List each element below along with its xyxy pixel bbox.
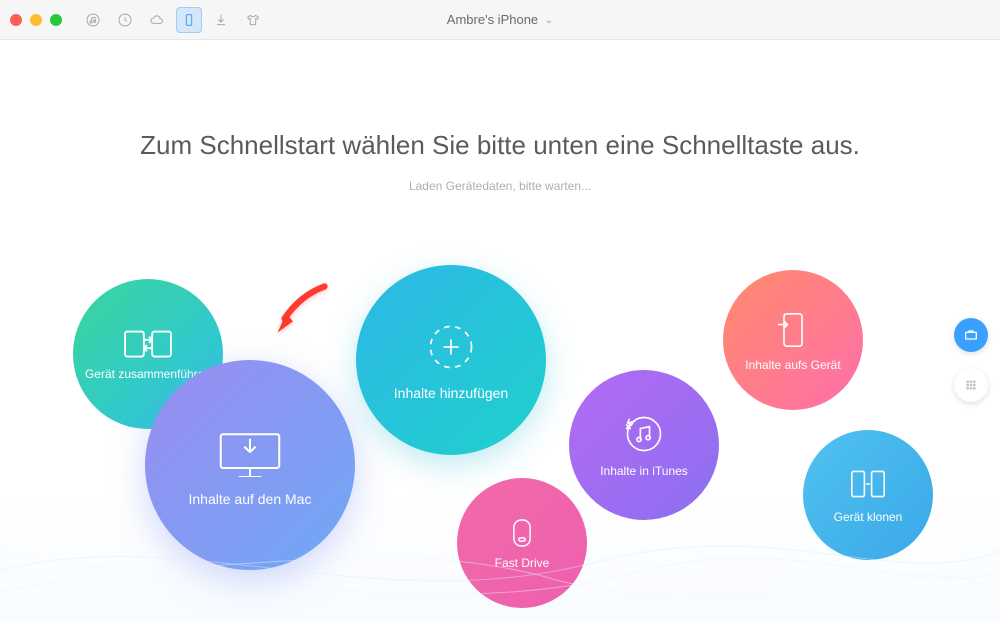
add-content-button[interactable]: Inhalte hinzufügen [356,265,546,455]
content-to-mac-label: Inhalte auf den Mac [179,491,322,508]
content-to-itunes-label: Inhalte in iTunes [590,464,698,478]
chevron-down-icon: ⌄ [545,15,553,26]
itunes-library-icon[interactable] [80,7,106,33]
loading-status: Laden Gerätedaten, bitte warten... [0,161,1000,193]
clone-device-label: Gerät klonen [824,510,913,524]
window-toolbar: Ambre's iPhone ⌄ [0,0,1000,40]
window-traffic-lights [10,14,62,26]
icloud-icon[interactable] [144,7,170,33]
page-headline: Zum Schnellstart wählen Sie bitte unten … [0,40,1000,161]
fast-drive-label: Fast Drive [485,556,560,570]
close-window-button[interactable] [10,14,22,26]
shortcut-view-button[interactable] [954,318,988,352]
tshirt-icon[interactable] [240,7,266,33]
annotation-arrow [265,278,335,353]
category-view-button[interactable] [954,368,988,402]
view-switcher [954,318,988,402]
content-to-device-label: Inhalte aufs Gerät [735,358,850,372]
device-name: Ambre's iPhone [447,12,538,27]
content-to-device-button[interactable]: Inhalte aufs Gerät [723,270,863,410]
clone-device-button[interactable]: Gerät klonen [803,430,933,560]
device-icon[interactable] [176,7,202,33]
download-icon[interactable] [208,7,234,33]
add-content-label: Inhalte hinzufügen [384,385,518,402]
content-area: Zum Schnellstart wählen Sie bitte unten … [0,40,1000,621]
content-to-mac-button[interactable]: Inhalte auf den Mac [145,360,355,570]
history-icon[interactable] [112,7,138,33]
minimize-window-button[interactable] [30,14,42,26]
toolbar-nav [80,7,266,33]
maximize-window-button[interactable] [50,14,62,26]
fast-drive-button[interactable]: Fast Drive [457,478,587,608]
content-to-itunes-button[interactable]: Inhalte in iTunes [569,370,719,520]
